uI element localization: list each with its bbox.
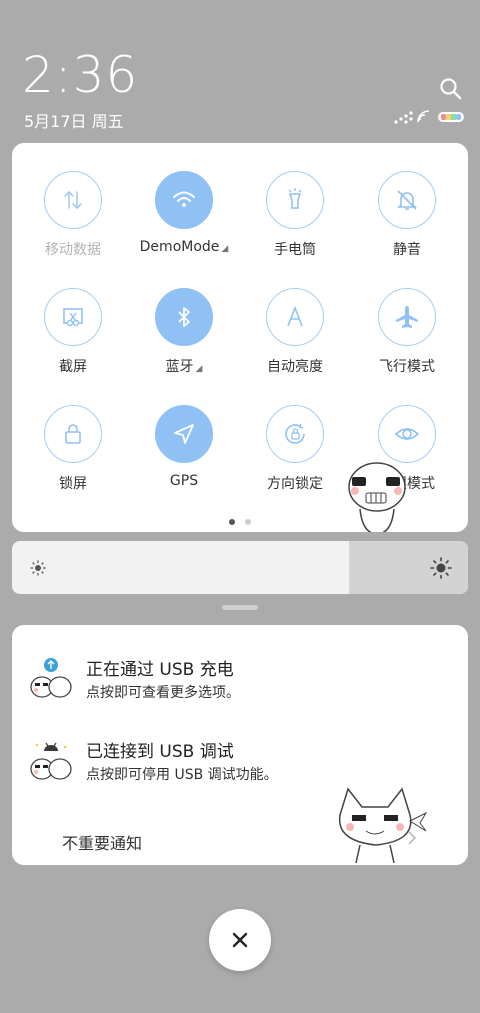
tile-label-text: 蓝牙 — [165, 359, 194, 375]
tile-label: 自动亮度 — [239, 356, 351, 376]
tile-mobile-data[interactable]: 移动数据 — [17, 143, 129, 258]
tile-label-text: GPS — [169, 473, 199, 489]
tile-toggle[interactable] — [266, 171, 324, 229]
search-button[interactable] — [438, 76, 464, 102]
lock-icon — [65, 424, 81, 444]
tile-toggle[interactable] — [266, 288, 324, 346]
tile-label-text: 手电筒 — [274, 242, 316, 258]
tile-toggle[interactable] — [155, 171, 213, 229]
chevron-right-icon[interactable] — [406, 830, 418, 846]
wifi-icon — [173, 191, 195, 207]
tile-label-text: 静音 — [393, 242, 421, 258]
rotation-lock-icon — [285, 423, 305, 444]
tile-toggle[interactable] — [44, 405, 102, 463]
usb-icon — [30, 658, 72, 698]
page-dot-active — [229, 519, 235, 525]
less-important-notifications-link[interactable]: 不重要通知 — [62, 830, 142, 854]
gps-icon — [174, 424, 194, 444]
tile-toggle[interactable] — [155, 288, 213, 346]
expand-indicator-icon: ◢ — [221, 244, 229, 254]
tile-label: 飞行模式 — [351, 356, 463, 376]
tile-label-text: DemoMode — [139, 239, 220, 255]
tile-label-text: 移动数据 — [45, 242, 101, 258]
tile-bluetooth[interactable]: 蓝牙 ◢ — [128, 260, 240, 375]
close-icon — [232, 932, 248, 948]
tile-label: 手电筒 — [239, 239, 351, 259]
tile-airplane[interactable]: 飞行模式 — [351, 260, 463, 375]
auto-brightness-icon — [287, 305, 303, 327]
brightness-low-icon — [30, 560, 46, 576]
tile-label-text: 方向锁定 — [267, 476, 323, 492]
tile-flashlight[interactable]: 手电筒 — [239, 143, 351, 258]
eye-icon — [394, 428, 420, 440]
airplane-icon — [396, 306, 418, 328]
tile-label-text: 锁屏 — [59, 476, 87, 492]
notification-subtitle: 点按即可查看更多选项。 — [86, 685, 240, 701]
brightness-slider[interactable] — [12, 541, 468, 594]
tile-wifi[interactable]: DemoMode ◢ — [128, 143, 240, 255]
battery-icon — [438, 112, 464, 122]
tile-label: 蓝牙 ◢ — [128, 356, 240, 376]
quick-settings-panel: 移动数据 DemoMode ◢ 手电筒 静音 截屏 蓝牙 ◢ 自动亮度 飞行模式 锁屏 GPS 方向锁定… — [12, 143, 468, 532]
mobile-data-icon — [64, 190, 82, 210]
tile-label-text: 截屏 — [59, 359, 87, 375]
tile-toggle[interactable] — [44, 288, 102, 346]
tile-toggle[interactable] — [378, 405, 436, 463]
tile-toggle[interactable] — [155, 405, 213, 463]
flashlight-icon — [288, 188, 302, 209]
mute-bell-icon — [397, 190, 417, 210]
date: 5月17日 周五 — [24, 112, 124, 131]
tile-lock[interactable]: 锁屏 — [17, 377, 129, 492]
notification-subtitle: 点按即可停用 USB 调试功能。 — [86, 767, 278, 783]
tile-toggle[interactable] — [266, 405, 324, 463]
tile-label: GPS — [128, 473, 240, 489]
tile-label: 截屏 — [17, 356, 129, 376]
tile-toggle[interactable] — [378, 171, 436, 229]
tile-gps[interactable]: GPS — [128, 377, 240, 489]
expand-indicator-icon: ◢ — [195, 364, 203, 374]
tile-label-text: 飞行模式 — [379, 359, 435, 375]
clock: 2:36 — [22, 46, 139, 104]
notification-usb-charging[interactable]: 正在通过 USB 充电 点按即可查看更多选项。 — [12, 655, 468, 715]
page-dot — [245, 519, 251, 525]
notification-title: 正在通过 USB 充电 — [86, 660, 234, 680]
drag-handle[interactable] — [222, 605, 258, 610]
brightness-high-icon — [430, 557, 452, 579]
notification-panel: 正在通过 USB 充电 点按即可查看更多选项。 已连接到 USB 调试 点按即可… — [12, 625, 468, 865]
signal-icon — [394, 111, 413, 124]
android-icon — [30, 742, 72, 780]
wifi-status-icon — [417, 110, 430, 123]
notification-title: 已连接到 USB 调试 — [86, 742, 234, 762]
tile-mute-bell[interactable]: 静音 — [351, 143, 463, 258]
search-icon — [440, 78, 462, 100]
tile-label: DemoMode ◢ — [128, 239, 240, 255]
bluetooth-icon — [178, 307, 190, 327]
tile-label: 静音 — [351, 239, 463, 259]
cat-sticker-decoration — [338, 787, 428, 864]
tile-screenshot[interactable]: 截屏 — [17, 260, 129, 375]
tile-rotation-lock[interactable]: 方向锁定 — [239, 377, 351, 492]
tile-auto-brightness[interactable]: 自动亮度 — [239, 260, 351, 375]
tile-label: 方向锁定 — [239, 473, 351, 493]
tile-label: 移动数据 — [17, 239, 129, 259]
sticker-decoration — [348, 462, 406, 532]
status-icons — [392, 108, 466, 126]
clear-all-button[interactable] — [209, 909, 271, 971]
tile-toggle[interactable] — [44, 171, 102, 229]
tile-label: 锁屏 — [17, 473, 129, 493]
screenshot-icon — [63, 308, 83, 327]
tile-toggle[interactable] — [378, 288, 436, 346]
tile-label-text: 自动亮度 — [267, 359, 323, 375]
